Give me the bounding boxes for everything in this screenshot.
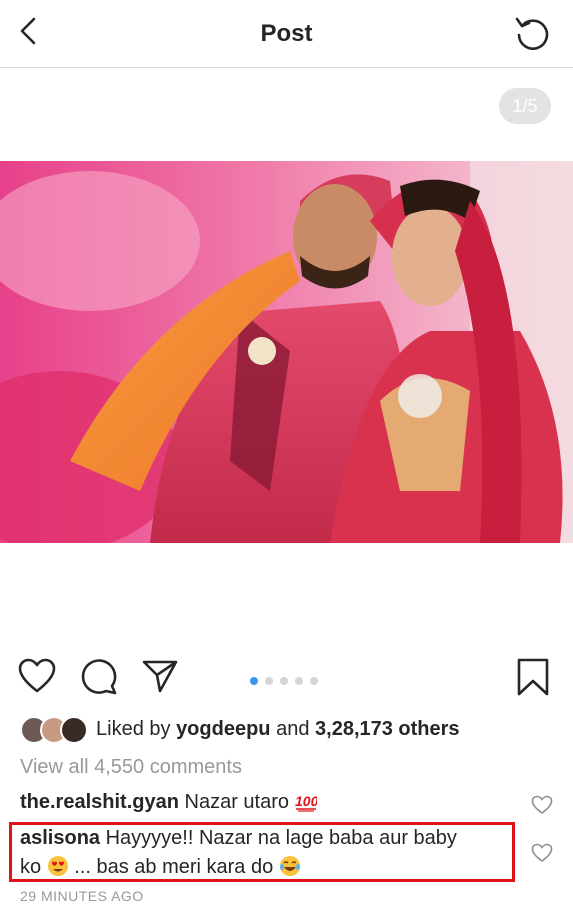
comment-username[interactable]: aslisona (20, 827, 100, 849)
likes-and: and (276, 717, 310, 740)
refresh-icon[interactable] (513, 14, 551, 52)
comment-text: ko (20, 856, 42, 878)
svg-text:100: 100 (295, 793, 317, 809)
like-heart-icon[interactable] (18, 658, 56, 694)
comment-item-highlighted: aslisona Hayyyye!! Nazar na lage baba au… (20, 824, 510, 882)
comment-text: Hayyyye!! Nazar na lage baba aur baby (105, 827, 457, 849)
likes-prefix: Liked by (96, 717, 171, 740)
comment-bubble-icon[interactable] (80, 658, 118, 696)
liker-username[interactable]: yogdeepu (176, 718, 270, 740)
comment-username[interactable]: the.realshit.gyan (20, 791, 179, 813)
comment-text: Nazar utaro (184, 791, 290, 813)
likes-text: Liked by yogdeepu and 3,28,173 others (96, 718, 460, 741)
carousel-dot-active (250, 677, 258, 685)
tears-of-joy-emoji-icon (279, 856, 300, 876)
carousel-dot (265, 677, 273, 685)
page-title: Post (260, 20, 313, 47)
comment-text: ... bas ab meri kara do (74, 856, 274, 878)
likes-count[interactable]: 3,28,173 others (315, 718, 460, 740)
carousel-indicator-dots (250, 672, 325, 685)
avatar (60, 716, 88, 744)
carousel-counter: 1/5 (499, 88, 551, 124)
hundred-points-emoji-icon: 100 (295, 793, 317, 812)
carousel-dot (295, 677, 303, 685)
comment-like-heart-icon[interactable] (531, 795, 553, 815)
heart-eyes-emoji-icon (47, 856, 68, 876)
carousel-dot (280, 677, 288, 685)
comment-like-heart-icon[interactable] (531, 843, 553, 863)
view-all-comments-link[interactable]: View all 4,550 comments (20, 756, 242, 779)
likes-summary[interactable]: Liked by yogdeepu and 3,28,173 others (20, 714, 460, 744)
wedding-photo-illustration (0, 161, 573, 543)
carousel-dot (310, 677, 318, 685)
post-timestamp: 29 MINUTES AGO (20, 888, 144, 904)
comment-item: the.realshit.gyan Nazar utaro 100 (20, 788, 317, 817)
top-nav-bar: Post (0, 0, 573, 68)
save-bookmark-icon[interactable] (516, 657, 550, 697)
post-photo[interactable] (0, 161, 573, 543)
share-send-icon[interactable] (141, 658, 179, 694)
liker-avatars (20, 715, 88, 744)
